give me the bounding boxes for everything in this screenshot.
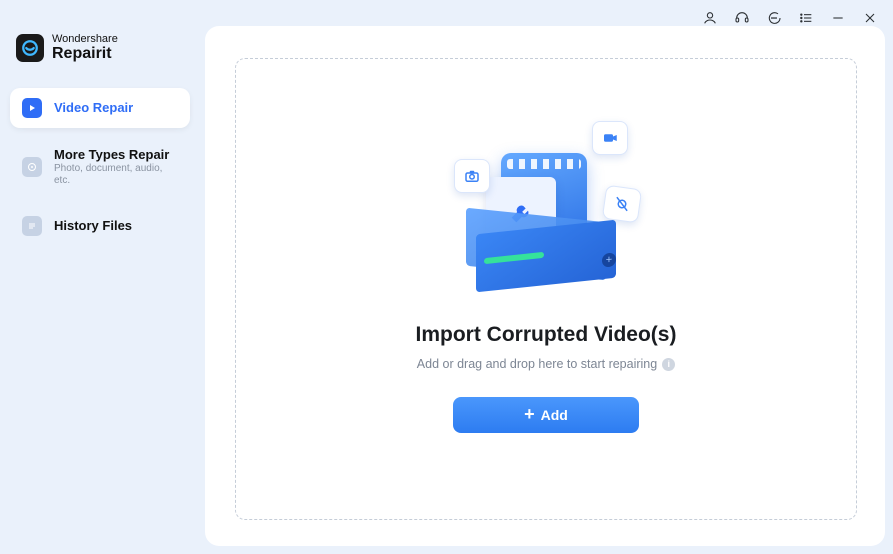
add-button-label: Add [541, 407, 568, 423]
logo-text: Wondershare Repairit [52, 34, 118, 62]
history-icon [22, 216, 42, 236]
import-subline: Add or drag and drop here to start repai… [417, 357, 675, 371]
more-types-icon [22, 157, 42, 177]
sidebar-item-label: Video Repair [54, 101, 133, 116]
plus-icon: + [524, 405, 535, 423]
camera-card-icon [454, 159, 490, 193]
sidebar-item-label: History Files [54, 219, 132, 234]
sidebar-nav: Video Repair More Types Repair Photo, do… [10, 84, 190, 246]
sidebar: Wondershare Repairit Video Repair More T… [0, 0, 200, 554]
sidebar-item-video-repair[interactable]: Video Repair [10, 88, 190, 128]
support-icon[interactable] [733, 9, 751, 27]
minimize-icon[interactable] [829, 9, 847, 27]
sidebar-item-label: More Types Repair [54, 148, 178, 163]
sidebar-item-more-types[interactable]: More Types Repair Photo, document, audio… [10, 138, 190, 196]
app-logo: Wondershare Repairit [10, 30, 190, 84]
import-subline-text: Add or drag and drop here to start repai… [417, 357, 657, 371]
feedback-icon[interactable] [765, 9, 783, 27]
toolbox-illustration: + [446, 115, 646, 305]
sidebar-item-history[interactable]: History Files [10, 206, 190, 246]
video-card-icon [592, 121, 628, 155]
sidebar-item-sublabel: Photo, document, audio, etc. [54, 163, 178, 186]
play-icon [22, 98, 42, 118]
info-icon[interactable]: i [662, 358, 675, 371]
add-button[interactable]: + Add [453, 397, 639, 433]
bug-card-icon [602, 185, 642, 224]
brand-line1: Wondershare [52, 34, 118, 46]
menu-list-icon[interactable] [797, 9, 815, 27]
brand-line2: Repairit [52, 46, 118, 63]
logo-mark-icon [16, 34, 44, 62]
import-dropzone[interactable]: + Import Corrupted Video(s) Add or drag … [235, 58, 857, 520]
import-headline: Import Corrupted Video(s) [416, 323, 677, 347]
close-icon[interactable] [861, 9, 879, 27]
main-panel: + Import Corrupted Video(s) Add or drag … [205, 26, 885, 546]
account-icon[interactable] [701, 9, 719, 27]
